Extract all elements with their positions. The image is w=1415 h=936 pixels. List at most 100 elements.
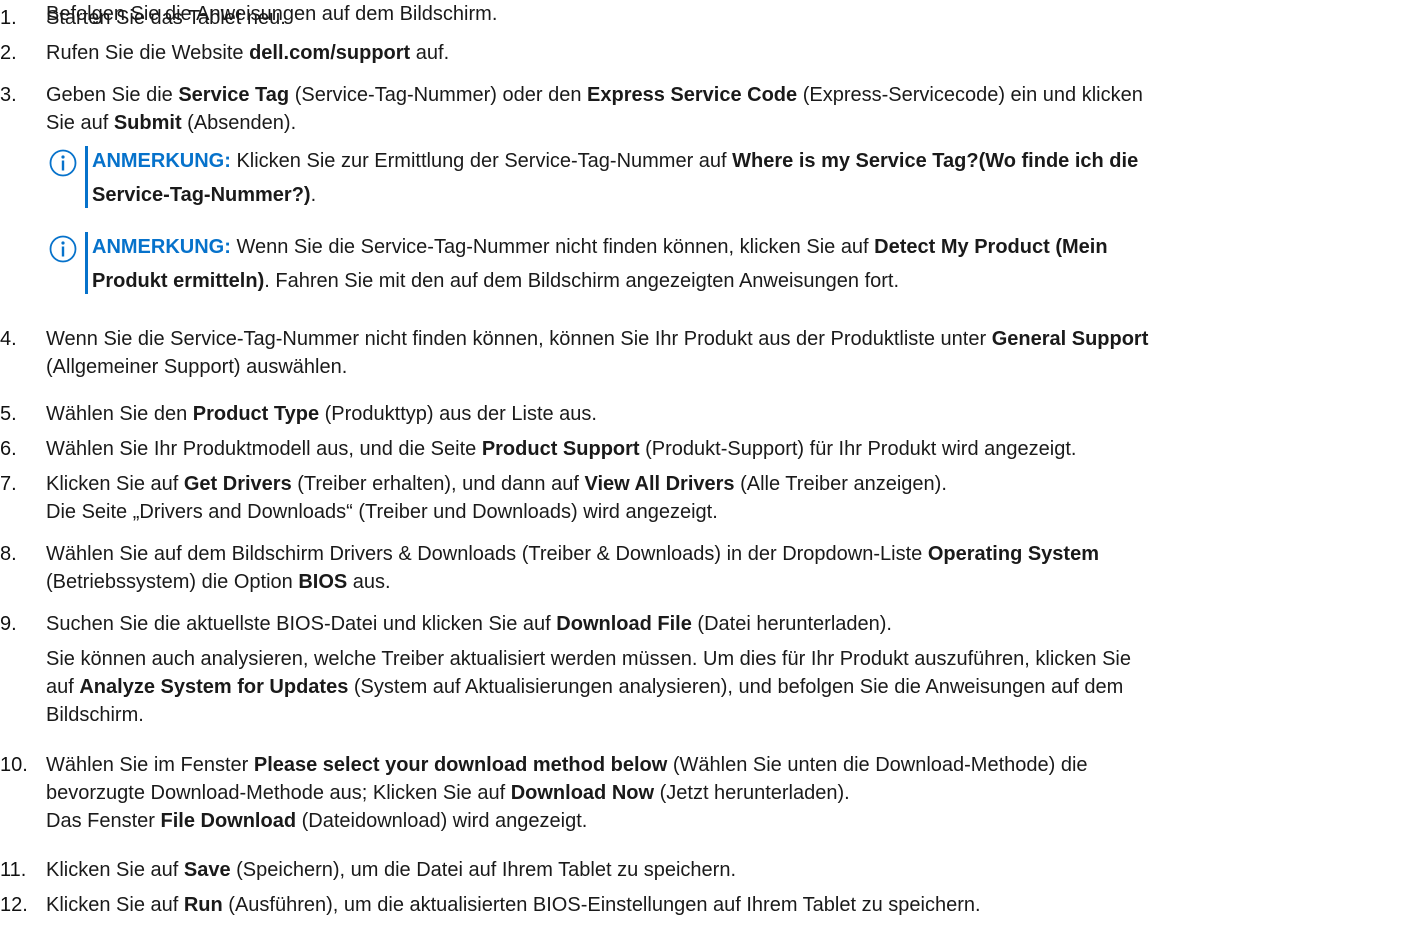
text-line: Die Seite „Drivers and Downloads“ (Treib… — [46, 498, 1405, 526]
text-line: (Betriebssystem) die Option BIOS aus. — [46, 568, 1405, 596]
text-span: (Dateidownload) wird angezeigt. — [296, 810, 588, 832]
step-text: Wählen Sie den Product Type (Produkttyp)… — [46, 400, 1405, 428]
document: 1. Starten Sie das Tablet neu. 2. Rufen Sie… — [0, 0, 1415, 936]
step-text: Rufen Sie die Website dell.com/support a… — [46, 39, 1405, 67]
text-line: bevorzugte Download-Methode aus; Klicken… — [46, 779, 1405, 807]
text-line: Sie auf Submit (Absenden). — [46, 109, 1405, 137]
text-span: auf — [46, 676, 80, 698]
step-item: 2. Rufen Sie die Website dell.com/support… — [0, 39, 1405, 67]
bold-term: Run — [183, 894, 223, 916]
text-line: (Allgemeiner Support) auswählen. — [46, 353, 1405, 381]
text-span: Sie können auch analysieren, welche Trei… — [46, 648, 1131, 670]
step-number: 8. — [0, 543, 17, 565]
text-span: aus. — [347, 571, 391, 593]
text-line: Rufen Sie die Website dell.com/support a… — [46, 39, 1405, 67]
text-span: (Datei herunterladen). — [691, 613, 892, 635]
step-text: Sie können auch analysieren, welche Trei… — [46, 645, 1405, 729]
text-span: Klicken Sie auf — [46, 473, 184, 495]
step-text: Wählen Sie Ihr Produktmodell aus, und di… — [46, 435, 1405, 463]
text-line: Produkt ermitteln). Fahren Sie mit den a… — [92, 264, 1405, 298]
note-label: ANMERKUNG: — [92, 236, 231, 258]
bold-term: Operating System — [927, 543, 1099, 565]
text-span: (Produkttyp) aus der Liste aus. — [319, 403, 597, 425]
step-item: 3. Geben Sie die Service Tag (Service-Tag… — [0, 81, 1405, 137]
step-text: Klicken Sie auf Save (Speichern), um die… — [46, 856, 1405, 884]
step-number: 4. — [0, 328, 17, 350]
text-span: Klicken Sie zur Ermittlung der Service-T… — [230, 150, 733, 172]
text-span: auf. — [410, 42, 450, 64]
step-text: Wenn Sie die Service-Tag-Nummer nicht fi… — [46, 325, 1405, 381]
bold-term: Product Support — [481, 438, 640, 460]
text-span: Bildschirm. — [46, 704, 144, 726]
text-line: Das Fenster File Download (Dateidownload… — [46, 807, 1405, 835]
text-span: Klicken Sie auf — [46, 859, 184, 881]
step-item: 7. Klicken Sie auf Get Drivers (Treiber e… — [0, 470, 1405, 526]
step-number: 9. — [0, 613, 17, 635]
bold-term: View All Drivers — [584, 473, 735, 495]
bold-term: Where is my Service Tag?(Wo finde ich di… — [732, 150, 1139, 172]
note-text: ANMERKUNG: Klicken Sie zur Ermittlung de… — [92, 144, 1405, 212]
step-item: 8. Wählen Sie auf dem Bildschirm Drivers … — [0, 540, 1405, 596]
text-line: Wählen Sie auf dem Bildschirm Drivers & … — [46, 540, 1405, 568]
text-span: (Betriebssystem) die Option — [46, 571, 299, 593]
step-text: Suchen Sie die aktuellste BIOS-Datei und… — [46, 610, 1405, 638]
text-line: Service-Tag-Nummer?). — [92, 178, 1405, 212]
step-text: Geben Sie die Service Tag (Service-Tag-N… — [46, 81, 1405, 137]
step-continuation: Befolgen Sie die Anweisungen auf dem Bil… — [0, 0, 1405, 28]
text-line: Suchen Sie die aktuellste BIOS-Datei und… — [46, 610, 1405, 638]
bold-term: Get Drivers — [183, 473, 292, 495]
step-item: 11. Klicken Sie auf Save (Speichern), um … — [0, 856, 1405, 884]
info-icon — [49, 235, 77, 263]
bold-term: Produkt ermitteln) — [92, 270, 265, 292]
text-span: (Absenden). — [181, 112, 297, 134]
note-box: ANMERKUNG: Wenn Sie die Service-Tag-Numm… — [48, 230, 1405, 298]
text-span: Suchen Sie die aktuellste BIOS-Datei und… — [46, 613, 557, 635]
bold-term: Submit — [113, 112, 182, 134]
text-span: (Jetzt herunterladen). — [654, 782, 850, 804]
text-span: Das Fenster — [46, 810, 161, 832]
step-item: 6. Wählen Sie Ihr Produktmodell aus, und … — [0, 435, 1405, 463]
bold-term: BIOS — [298, 571, 348, 593]
text-line: Bildschirm. — [46, 701, 1405, 729]
text-line: Sie können auch analysieren, welche Trei… — [46, 645, 1405, 673]
bold-term: Service-Tag-Nummer?) — [92, 184, 311, 206]
text-span: bevorzugte Download-Methode aus; Klicken… — [46, 782, 511, 804]
text-span: (Ausführen), um die aktualisierten BIOS-… — [222, 894, 981, 916]
text-span: Sie auf — [46, 112, 114, 134]
step-number: 5. — [0, 403, 17, 425]
bold-term: Express Service Code — [587, 84, 798, 106]
text-line: ANMERKUNG: Wenn Sie die Service-Tag-Numm… — [92, 230, 1405, 264]
step-item: 12. Klicken Sie auf Run (Ausführen), um d… — [0, 891, 1405, 919]
text-span: (Speichern), um die Datei auf Ihrem Tabl… — [230, 859, 737, 881]
step-text: Befolgen Sie die Anweisungen auf dem Bil… — [46, 0, 1405, 28]
text-span: Die Seite „Drivers and Downloads“ (Treib… — [46, 501, 718, 523]
step-item: 10. Wählen Sie im Fenster Please select y… — [0, 751, 1405, 835]
step-number: 12. — [0, 894, 28, 916]
info-icon — [49, 149, 77, 177]
step-number: 11. — [0, 859, 27, 881]
text-line: Klicken Sie auf Get Drivers (Treiber erh… — [46, 470, 1405, 498]
text-line: Wählen Sie im Fenster Please select your… — [46, 751, 1405, 779]
text-span: (Express-Servicecode) ein und klicken — [797, 84, 1143, 106]
text-line: Wählen Sie Ihr Produktmodell aus, und di… — [46, 435, 1405, 463]
text-span: (Produkt-Support) für Ihr Produkt wird a… — [639, 438, 1077, 460]
text-span: (Service-Tag-Nummer) oder den — [289, 84, 588, 106]
text-line: Wenn Sie die Service-Tag-Nummer nicht fi… — [46, 325, 1405, 353]
step-item: 4. Wenn Sie die Service-Tag-Nummer nicht … — [0, 325, 1405, 381]
text-line: auf Analyze System for Updates (System a… — [46, 673, 1405, 701]
text-span: Klicken Sie auf — [46, 894, 184, 916]
bold-term: File Download — [160, 810, 297, 832]
note-bar — [85, 146, 88, 208]
bold-term: Product Type — [192, 403, 320, 425]
text-span: Wählen Sie den — [46, 403, 193, 425]
step-text: Klicken Sie auf Run (Ausführen), um die … — [46, 891, 1405, 919]
text-span: (Treiber erhalten), und dann auf — [291, 473, 585, 495]
text-span: Wenn Sie die Service-Tag-Nummer nicht fi… — [46, 328, 992, 350]
text-span: (Allgemeiner Support) auswählen. — [46, 356, 348, 378]
text-line: Geben Sie die Service Tag (Service-Tag-N… — [46, 81, 1405, 109]
text-span: Geben Sie die — [46, 84, 179, 106]
text-line: Befolgen Sie die Anweisungen auf dem Bil… — [46, 0, 1405, 28]
step-text: Wählen Sie im Fenster Please select your… — [46, 751, 1405, 835]
step-text: Wählen Sie auf dem Bildschirm Drivers & … — [46, 540, 1405, 596]
text-span: Wählen Sie auf dem Bildschirm Drivers & … — [46, 543, 928, 565]
